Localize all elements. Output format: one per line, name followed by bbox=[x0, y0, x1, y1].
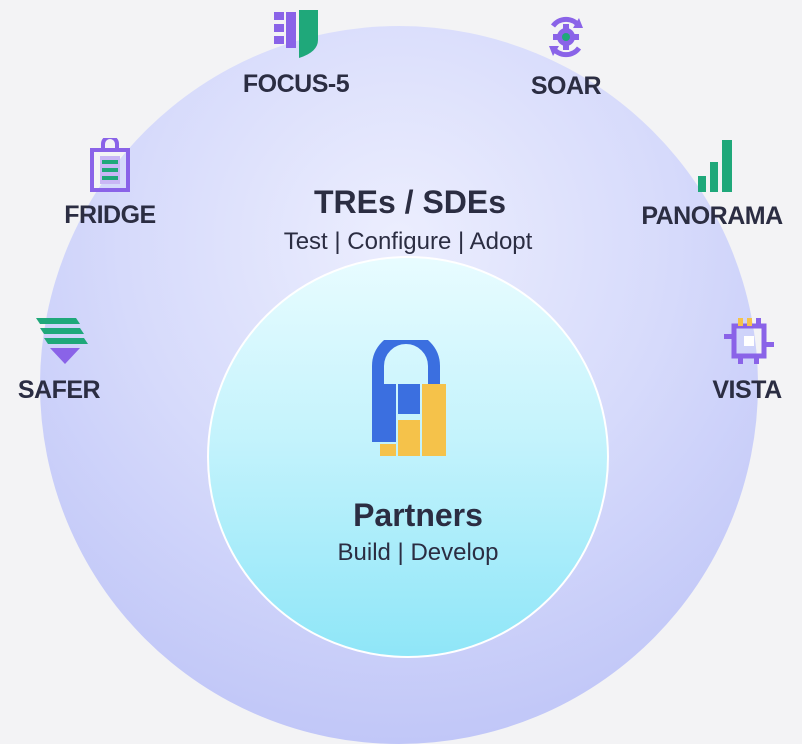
chip-icon bbox=[724, 318, 774, 364]
focus-5-label: FOCUS-5 bbox=[242, 70, 350, 98]
padlock-blocks-icon bbox=[370, 340, 448, 458]
bar-chart-icon bbox=[698, 140, 734, 192]
clipboard-icon bbox=[90, 138, 130, 192]
soar-label: SOAR bbox=[530, 72, 602, 100]
panorama-label: PANORAMA bbox=[641, 202, 783, 230]
shield-column-icon bbox=[272, 10, 320, 58]
layers-arrow-icon bbox=[36, 318, 88, 364]
vista-label: VISTA bbox=[712, 376, 782, 404]
gear-cycle-icon bbox=[543, 14, 589, 60]
fridge-label: FRIDGE bbox=[64, 201, 156, 229]
tres-sdes-subtitle: Test | Configure | Adopt bbox=[283, 228, 533, 255]
partners-title: Partners bbox=[353, 497, 483, 533]
partners-subtitle: Build | Develop bbox=[337, 539, 499, 566]
safer-label: SAFER bbox=[17, 376, 101, 404]
tres-sdes-title: TREs / SDEs bbox=[313, 184, 507, 220]
